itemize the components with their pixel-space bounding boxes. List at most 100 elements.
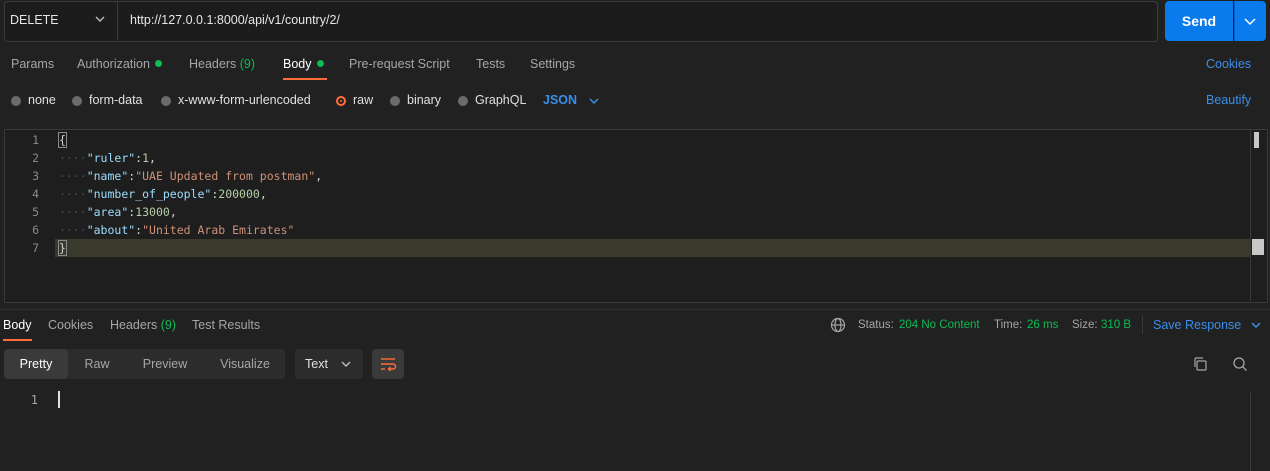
line-number: 5 — [32, 205, 39, 219]
response-line-number: 1 — [30, 393, 38, 407]
tab-authorization-label: Authorization — [77, 57, 150, 71]
size-value[interactable]: 310 B — [1101, 319, 1131, 331]
request-body-editor[interactable] — [4, 129, 1268, 303]
scrollbar-cursor-marker — [1252, 239, 1264, 255]
radio-binary[interactable] — [390, 96, 400, 106]
tab-body[interactable]: Body — [283, 57, 324, 71]
response-tab-test-results[interactable]: Test Results — [192, 318, 260, 332]
radio-raw-label[interactable]: raw — [353, 93, 373, 107]
response-headers-count: (9) — [160, 318, 177, 332]
json-key: "about" — [86, 223, 136, 237]
code-line: ····"about":"United Arab Emirates" — [59, 223, 295, 237]
radio-form-data[interactable] — [72, 96, 82, 106]
active-tab-indicator — [283, 78, 327, 80]
json-key: "ruler" — [86, 151, 136, 165]
json-value: 1 — [142, 151, 150, 165]
section-divider — [0, 309, 1270, 310]
format-select[interactable]: JSON — [543, 93, 577, 107]
radio-urlencoded-label[interactable]: x-www-form-urlencoded — [178, 93, 311, 107]
json-key: "area" — [86, 205, 129, 219]
view-mode-raw[interactable]: Raw — [70, 349, 124, 379]
response-scrollbar[interactable] — [1250, 392, 1251, 471]
current-line-highlight — [55, 239, 1251, 257]
globe-icon[interactable] — [830, 317, 846, 333]
response-tab-cookies[interactable]: Cookies — [48, 318, 93, 332]
save-response-button[interactable]: Save Response — [1153, 318, 1241, 332]
response-tab-headers-label: Headers — [110, 318, 158, 332]
json-comma: , — [315, 169, 323, 183]
view-mode-visualize[interactable]: Visualize — [206, 349, 284, 379]
active-dot-icon — [316, 60, 324, 67]
radio-binary-label[interactable]: binary — [407, 93, 441, 107]
radio-form-data-label[interactable]: form-data — [89, 93, 143, 107]
response-format-label[interactable]: Text — [305, 357, 328, 371]
time-value[interactable]: 26 ms — [1027, 319, 1058, 331]
json-value: "United Arab Emirates" — [142, 223, 295, 237]
wrap-lines-button[interactable] — [372, 349, 404, 379]
indent-guide: ···· — [59, 205, 87, 219]
radio-raw[interactable] — [336, 96, 346, 106]
scrollbar-thumb[interactable] — [1254, 132, 1259, 148]
chevron-down-icon[interactable] — [93, 12, 107, 26]
indent-guide: ···· — [59, 187, 87, 201]
json-value: 13000 — [135, 205, 170, 219]
code-line: ····"name":"UAE Updated from postman", — [59, 169, 323, 183]
json-key: "name" — [86, 169, 129, 183]
size-label: Size: — [1072, 319, 1098, 331]
tab-headers-label: Headers — [189, 57, 237, 71]
tab-settings[interactable]: Settings — [530, 57, 575, 71]
json-value: 200000 — [218, 187, 260, 201]
line-number: 6 — [32, 223, 39, 237]
json-comma: , — [259, 187, 267, 201]
send-button[interactable]: Send — [1165, 1, 1233, 41]
chevron-down-icon[interactable] — [588, 95, 600, 107]
code-line: ····"ruler":1, — [59, 151, 156, 165]
status-label: Status: — [858, 319, 894, 331]
search-icon[interactable] — [1232, 356, 1248, 372]
code-close-brace: } — [58, 240, 67, 256]
json-value: "UAE Updated from postman" — [135, 169, 316, 183]
line-number: 2 — [32, 151, 39, 165]
radio-none[interactable] — [11, 96, 21, 106]
indent-guide: ···· — [59, 223, 87, 237]
indent-guide: ···· — [59, 151, 87, 165]
url-input[interactable]: http://127.0.0.1:8000/api/v1/country/2/ — [130, 13, 340, 27]
response-tab-headers[interactable]: Headers (9) — [110, 318, 176, 332]
tab-headers[interactable]: Headers (9) — [189, 57, 255, 71]
radio-none-label[interactable]: none — [28, 93, 56, 107]
json-comma: , — [149, 151, 156, 165]
cookies-link[interactable]: Cookies — [1206, 57, 1251, 71]
radio-urlencoded[interactable] — [161, 96, 171, 106]
tab-pre-request-script[interactable]: Pre-request Script — [349, 57, 450, 71]
view-mode-pretty[interactable]: Pretty — [4, 349, 68, 379]
tab-authorization[interactable]: Authorization — [77, 57, 162, 71]
code-line: ····"area":13000, — [59, 205, 177, 219]
time-label: Time: — [994, 319, 1023, 331]
line-number: 3 — [32, 169, 39, 183]
status-value[interactable]: 204 No Content — [899, 319, 980, 331]
chevron-down-icon[interactable] — [340, 358, 352, 370]
beautify-link[interactable]: Beautify — [1206, 93, 1251, 107]
copy-icon[interactable] — [1192, 356, 1208, 372]
tab-tests[interactable]: Tests — [476, 57, 505, 71]
code-line: ····"number_of_people":200000, — [59, 187, 267, 201]
json-key: "number_of_people" — [86, 187, 212, 201]
line-number: 7 — [32, 241, 39, 255]
response-text-cursor — [58, 391, 60, 408]
view-mode-preview[interactable]: Preview — [128, 349, 202, 379]
headers-count: (9) — [239, 57, 256, 71]
method-label[interactable]: DELETE — [10, 13, 59, 27]
radio-graphql[interactable] — [458, 96, 468, 106]
line-number: 4 — [32, 187, 39, 201]
response-tab-body[interactable]: Body — [3, 318, 32, 332]
tab-body-label: Body — [283, 57, 312, 71]
active-response-tab-indicator — [3, 339, 32, 341]
editor-scrollbar[interactable] — [1250, 130, 1266, 301]
tab-params[interactable]: Params — [11, 57, 54, 71]
radio-graphql-label[interactable]: GraphQL — [475, 93, 526, 107]
json-comma: , — [169, 205, 177, 219]
code-open-brace: { — [58, 132, 67, 148]
active-dot-icon — [154, 60, 162, 67]
chevron-down-icon[interactable] — [1250, 319, 1262, 331]
send-options-button[interactable] — [1234, 1, 1266, 41]
